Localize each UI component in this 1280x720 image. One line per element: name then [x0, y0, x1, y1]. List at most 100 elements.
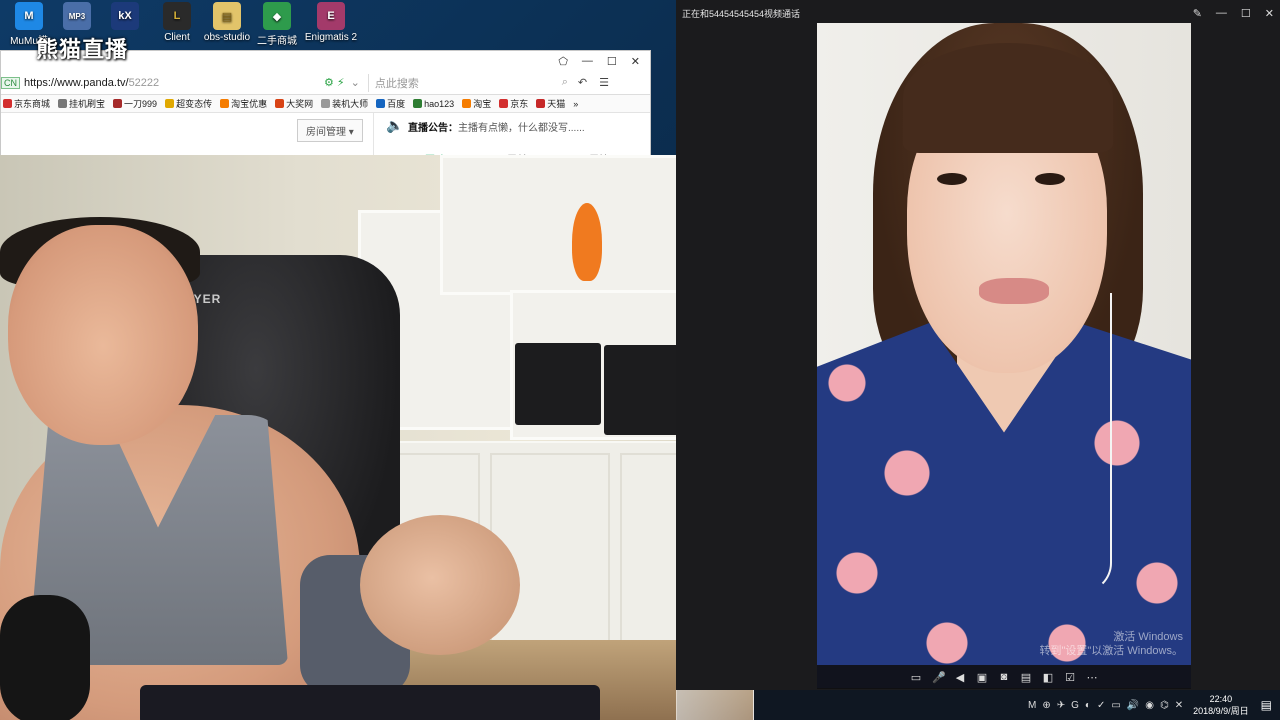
tray-g-icon[interactable]: G — [1071, 700, 1079, 711]
bookmark-item[interactable]: 百度 — [376, 97, 405, 110]
bookmark-item[interactable]: 京东 — [499, 97, 528, 110]
tray-x-icon[interactable]: ✕ — [1175, 700, 1183, 711]
bookmark-item[interactable]: 大奖网 — [275, 97, 313, 110]
bookmark-item[interactable]: 一刀999 — [113, 97, 157, 110]
bookmark-label: hao123 — [424, 98, 455, 109]
live-announcement: 🔈 直播公告：主播有点懒，什么都没写...... 互动 贡献 周榜 — [373, 113, 651, 159]
knee — [360, 515, 520, 655]
search-box[interactable]: 点此搜索 ⌕ — [367, 73, 568, 92]
video-call-window: 正在和54454545454视频通话 ✎ — ☐ ✕ 激活 Windows 转到… — [676, 0, 1280, 690]
more-icon[interactable]: ⋯ — [1086, 671, 1098, 684]
activate-windows-watermark: 激活 Windows 转到"设置"以激活 Windows。 — [1040, 630, 1184, 658]
undo-icon[interactable]: ↶ — [578, 76, 587, 89]
right-eye — [1035, 173, 1065, 185]
tray-check-icon[interactable]: ✓ — [1097, 700, 1105, 711]
mumu-glyph-icon: M — [15, 2, 43, 30]
tray-app-icon[interactable]: ◐ — [1085, 700, 1091, 711]
more-bookmarks-icon[interactable]: » — [573, 99, 578, 109]
address-bar: CN https://www.panda.tv/52222 ⚙ ⚡ ⌄ 点此搜索… — [1, 71, 650, 95]
system-tray: M ⊕ ✈ G ◐ ✓ ▭ 🔊 ◉ ⌬ ✕ — [1028, 700, 1183, 711]
tray-plane-icon[interactable]: ✈ — [1057, 700, 1065, 711]
bookmark-label: 装机大师 — [332, 99, 369, 109]
camera-icon[interactable]: ▣ — [976, 671, 988, 684]
minimize-icon[interactable]: — — [1216, 7, 1227, 20]
streamer-webcam-video: AYER — [0, 155, 754, 720]
speaker-icon[interactable]: ◀ — [954, 671, 966, 684]
close-icon[interactable]: ✕ — [1265, 7, 1274, 20]
bookmark-item[interactable]: 天猫 — [536, 97, 565, 110]
secondhand-mall-icon[interactable]: ◆ 二手商城 — [248, 2, 306, 47]
announcement-text: 主播有点懒，什么都没写...... — [458, 123, 585, 134]
enigmatis-label: Enigmatis 2 — [304, 32, 358, 43]
enigmatis-icon[interactable]: E Enigmatis 2 — [302, 2, 360, 43]
tray-misc-icon[interactable]: ⌬ — [1160, 700, 1169, 711]
left-eye — [937, 173, 967, 185]
browser-tools: ↶ ☰ — [578, 76, 609, 89]
keyboard — [140, 685, 600, 720]
bookmark-item[interactable]: hao123 — [413, 98, 455, 109]
kx-icon[interactable]: kX — [96, 2, 154, 32]
tray-browser-icon[interactable]: ⊕ — [1042, 700, 1050, 711]
watermark-line2: 转到"设置"以激活 Windows。 — [1039, 645, 1184, 657]
minimize-icon[interactable]: — — [582, 55, 593, 67]
url-field[interactable]: https://www.panda.tv/52222 — [24, 77, 324, 89]
edit-icon[interactable]: ☑ — [1064, 671, 1076, 684]
bookmark-label: 大奖网 — [286, 99, 314, 109]
baidu-icon — [376, 99, 386, 108]
streamer-head — [8, 225, 198, 445]
kx-glyph-icon: kX — [111, 2, 139, 30]
bookmark-icon — [113, 99, 123, 108]
bookmark-label: 天猫 — [547, 99, 566, 109]
bookmark-item[interactable]: 京东商城 — [3, 97, 50, 110]
network-icon[interactable]: ▭ — [1111, 700, 1120, 711]
bookmark-item[interactable]: 装机大师 — [321, 97, 368, 110]
bookmark-item[interactable]: 挂机刷宝 — [58, 97, 105, 110]
mall-label: 二手商城 — [257, 36, 297, 47]
room-manage-button[interactable]: 房间管理 ▾ — [297, 119, 363, 142]
bookmark-label: 一刀999 — [124, 99, 158, 109]
pin-icon[interactable]: ✎ — [1193, 7, 1202, 20]
url-prefix: https://www.panda.tv/ — [24, 76, 129, 89]
mic-icon[interactable]: 🎤 — [932, 671, 946, 684]
bookmark-item[interactable]: 淘宝 — [462, 97, 491, 110]
close-icon[interactable]: ✕ — [631, 55, 640, 68]
jd-icon — [3, 99, 12, 108]
speaker-left — [515, 343, 601, 425]
bookmark-icon — [165, 99, 175, 108]
tray-record-icon[interactable]: ◉ — [1145, 700, 1154, 711]
mall-glyph-icon: ◆ — [263, 2, 291, 30]
menu-icon[interactable]: ☰ — [599, 76, 609, 89]
hao123-icon — [413, 98, 423, 108]
bookmark-label: 超变态传 — [176, 99, 213, 109]
address-dropdown-icon[interactable]: ⌄ — [351, 76, 360, 89]
browser-skin-icon[interactable]: ⬠ — [558, 55, 568, 68]
maximize-icon[interactable]: ☐ — [1241, 7, 1251, 20]
volume-icon[interactable]: 🔊 — [1127, 700, 1139, 711]
security-icon[interactable]: ⚙ ⚡ — [324, 76, 345, 89]
notification-icon[interactable]: ▤ — [1261, 698, 1272, 712]
bookmark-item[interactable]: 超变态传 — [165, 97, 212, 110]
bookmark-item[interactable]: 淘宝优惠 — [220, 97, 267, 110]
video-call-title: 正在和54454545454视频通话 — [682, 8, 801, 19]
speaker-icon: 🔈 — [386, 117, 404, 133]
cn-badge: CN — [1, 76, 20, 89]
chat-icon[interactable]: ▭ — [910, 671, 922, 684]
bookmark-label: 百度 — [387, 99, 406, 109]
microphone — [0, 595, 90, 720]
bookmark-icon — [275, 99, 285, 108]
bookmark-label: 淘宝 — [473, 99, 492, 109]
tray-m-icon[interactable]: M — [1028, 700, 1036, 711]
record-icon[interactable]: ▤ — [1020, 671, 1032, 684]
taobao-icon — [462, 99, 472, 108]
bookmark-label: 淘宝优惠 — [231, 99, 268, 109]
screenshot-icon[interactable]: ◙ — [998, 671, 1010, 683]
watermark-line1: 激活 Windows — [1113, 631, 1183, 643]
clock[interactable]: 22:40 2018/9/9/周日 — [1193, 693, 1249, 717]
remote-video: 激活 Windows 转到"设置"以激活 Windows。 — [817, 23, 1191, 688]
layout-icon[interactable]: ◧ — [1042, 671, 1054, 684]
taskbar: M ⊕ ✈ G ◐ ✓ ▭ 🔊 ◉ ⌬ ✕ 22:40 2018/9/9/周日 … — [754, 690, 1280, 720]
search-icon[interactable]: ⌕ — [562, 76, 568, 89]
desktop: M MuMu模 MP3 kX L Client ▤ obs-studio ◆ 二… — [0, 0, 1280, 720]
maximize-icon[interactable]: ☐ — [607, 55, 617, 68]
enigmatis-glyph-icon: E — [317, 2, 345, 30]
